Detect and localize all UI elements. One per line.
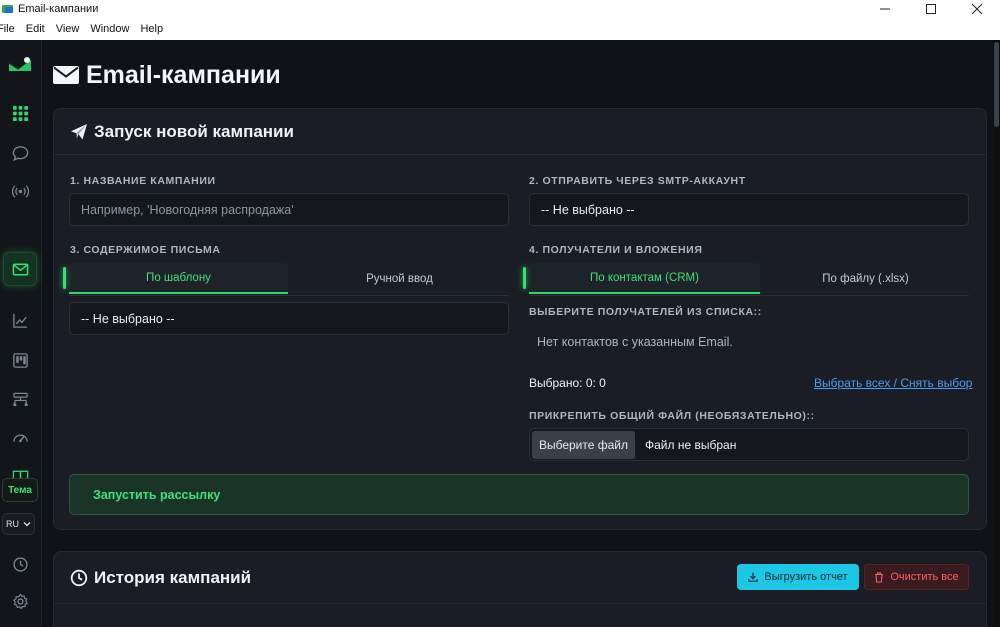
sidebar-item-history[interactable] (3, 547, 37, 581)
app-icon (2, 4, 14, 14)
sidebar-item-broadcast[interactable] (3, 174, 37, 208)
attach-file-label: ПРИКРЕПИТЬ ОБЩИЙ ФАЙЛ (НЕОБЯЗАТЕЛЬНО):: (529, 410, 815, 422)
scrollbar-thumb[interactable] (994, 42, 999, 127)
smtp-account-label: 2. ОТПРАВИТЬ ЧЕРЕЗ SMTP-АККАУНТ (529, 175, 746, 187)
choose-recipients-label: ВЫБЕРИТЕ ПОЛУЧАТЕЛЕЙ ИЗ СПИСКА:: (529, 306, 762, 318)
sidebar-item-analytics[interactable] (3, 303, 37, 337)
minimize-icon (880, 8, 890, 10)
clear-all-button[interactable]: Очистить все (864, 564, 969, 590)
page-title-text: Email-кампании (86, 60, 281, 89)
page-title: Email-кампании (53, 60, 281, 90)
new-campaign-header: Запуск новой кампании (54, 109, 986, 155)
maximize-button[interactable] (908, 0, 954, 18)
launch-campaign-button[interactable]: Запустить рассылку (69, 474, 969, 515)
tab-manual-input[interactable]: Ручной ввод (290, 263, 509, 294)
trash-icon (875, 571, 884, 583)
tab-by-file[interactable]: По файлу (.xlsx) (762, 263, 969, 294)
paper-plane-icon (71, 123, 87, 139)
selected-count: Выбрано: 0: 0 (529, 376, 606, 390)
menu-file[interactable]: File (0, 23, 15, 35)
menu-help[interactable]: Help (140, 23, 163, 35)
tab-by-contacts[interactable]: По контактам (CRM) (523, 263, 760, 294)
sidebar-item-network[interactable] (3, 382, 37, 416)
recipients-tabs-divider (529, 295, 969, 296)
scrollbar[interactable] (993, 40, 1000, 627)
export-report-button[interactable]: Выгрузить отчет (737, 564, 859, 590)
file-status: Файл не выбран (645, 438, 737, 452)
chat-icon (12, 145, 28, 161)
export-report-label: Выгрузить отчет (764, 571, 848, 583)
sidebar-item-email[interactable] (3, 252, 37, 286)
clock-icon (12, 556, 28, 572)
broadcast-icon (11, 184, 29, 198)
campaign-name-label: 1. НАЗВАНИЕ КАМПАНИИ (70, 175, 216, 187)
choose-file-button[interactable]: Выберите файл (532, 431, 635, 459)
grid-icon (12, 105, 28, 121)
chevron-down-icon (23, 522, 31, 527)
mail-icon (12, 263, 28, 275)
menu-edit[interactable]: Edit (26, 23, 45, 35)
content-label: 3. СОДЕРЖИМОЕ ПИСЬМА (70, 244, 221, 256)
chart-icon (12, 313, 27, 328)
template-select[interactable]: -- Не выбрано -- (69, 302, 509, 335)
clear-all-label: Очистить все (890, 571, 959, 583)
file-input: Выберите файл Файл не выбран (529, 428, 969, 461)
window-titlebar: Email-кампании (0, 0, 1000, 18)
campaign-name-input[interactable]: Например, 'Новогодняя распродажа' (69, 193, 509, 226)
sidebar-item-chat[interactable] (3, 136, 37, 170)
menu-view[interactable]: View (56, 23, 80, 35)
window-title: Email-кампании (18, 3, 99, 15)
menu-bar: File Edit View Window Help (0, 18, 1000, 40)
theme-button[interactable]: Тема (2, 478, 38, 502)
sidebar-item-kanban[interactable] (3, 343, 37, 377)
sidebar-item-dashboard[interactable] (3, 96, 37, 130)
envelope-icon (53, 66, 79, 84)
close-button[interactable] (954, 0, 1000, 18)
select-all-link[interactable]: Выбрать всех / Снять выбор (814, 376, 972, 390)
close-icon (971, 3, 983, 15)
sidebar-item-settings[interactable] (3, 584, 37, 618)
history-title: История кампаний (94, 567, 252, 587)
kanban-icon (12, 352, 28, 368)
logo-icon (8, 57, 32, 71)
dashboard-icon (12, 433, 28, 442)
window-controls (862, 0, 1000, 18)
language-select[interactable]: RU (2, 513, 35, 535)
gear-icon (12, 592, 28, 609)
content-tabs-divider (69, 295, 509, 296)
sidebar-item-performance[interactable] (3, 420, 37, 454)
menu-window[interactable]: Window (90, 23, 129, 35)
clock-icon (70, 569, 88, 586)
sidebar: Тема RU (0, 40, 42, 627)
tab-by-template[interactable]: По шаблону (63, 263, 288, 294)
network-icon (12, 392, 28, 406)
new-campaign-title: Запуск новой кампании (94, 121, 294, 141)
no-contacts-message: Нет контактов с указанным Email. (537, 335, 733, 349)
language-value: RU (6, 519, 19, 529)
recipients-label: 4. ПОЛУЧАТЕЛИ И ВЛОЖЕНИЯ (529, 244, 703, 256)
download-icon (748, 572, 759, 582)
smtp-account-select[interactable]: -- Не выбрано -- (529, 193, 969, 226)
maximize-icon (926, 4, 936, 14)
minimize-button[interactable] (862, 0, 908, 18)
